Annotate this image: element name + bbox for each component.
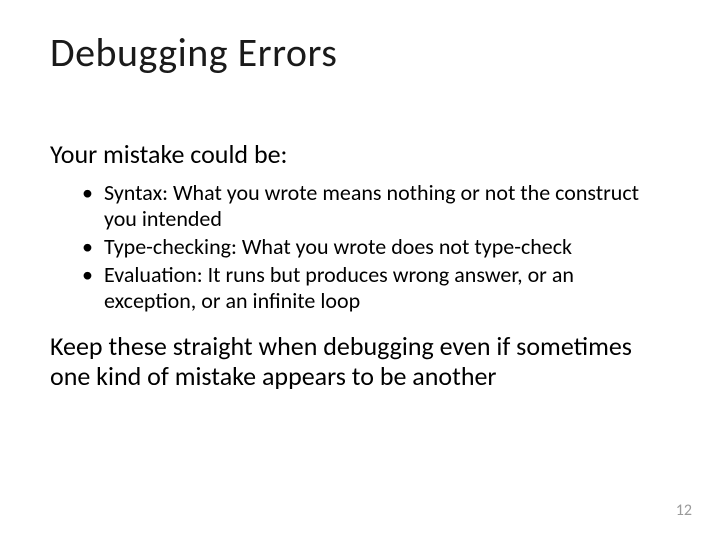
lead-text: Your mistake could be: xyxy=(50,140,650,170)
list-item: Syntax: What you wrote means nothing or … xyxy=(104,180,650,232)
slide: Debugging Errors Your mistake could be: … xyxy=(0,0,720,540)
bullet-list: Syntax: What you wrote means nothing or … xyxy=(50,180,650,314)
slide-body: Your mistake could be: Syntax: What you … xyxy=(50,140,650,391)
list-item: Evaluation: It runs but produces wrong a… xyxy=(104,262,650,314)
closing-text: Keep these straight when debugging even … xyxy=(50,332,650,392)
slide-title: Debugging Errors xyxy=(50,28,337,77)
list-item: Type-checking: What you wrote does not t… xyxy=(104,234,650,260)
page-number: 12 xyxy=(676,501,692,520)
